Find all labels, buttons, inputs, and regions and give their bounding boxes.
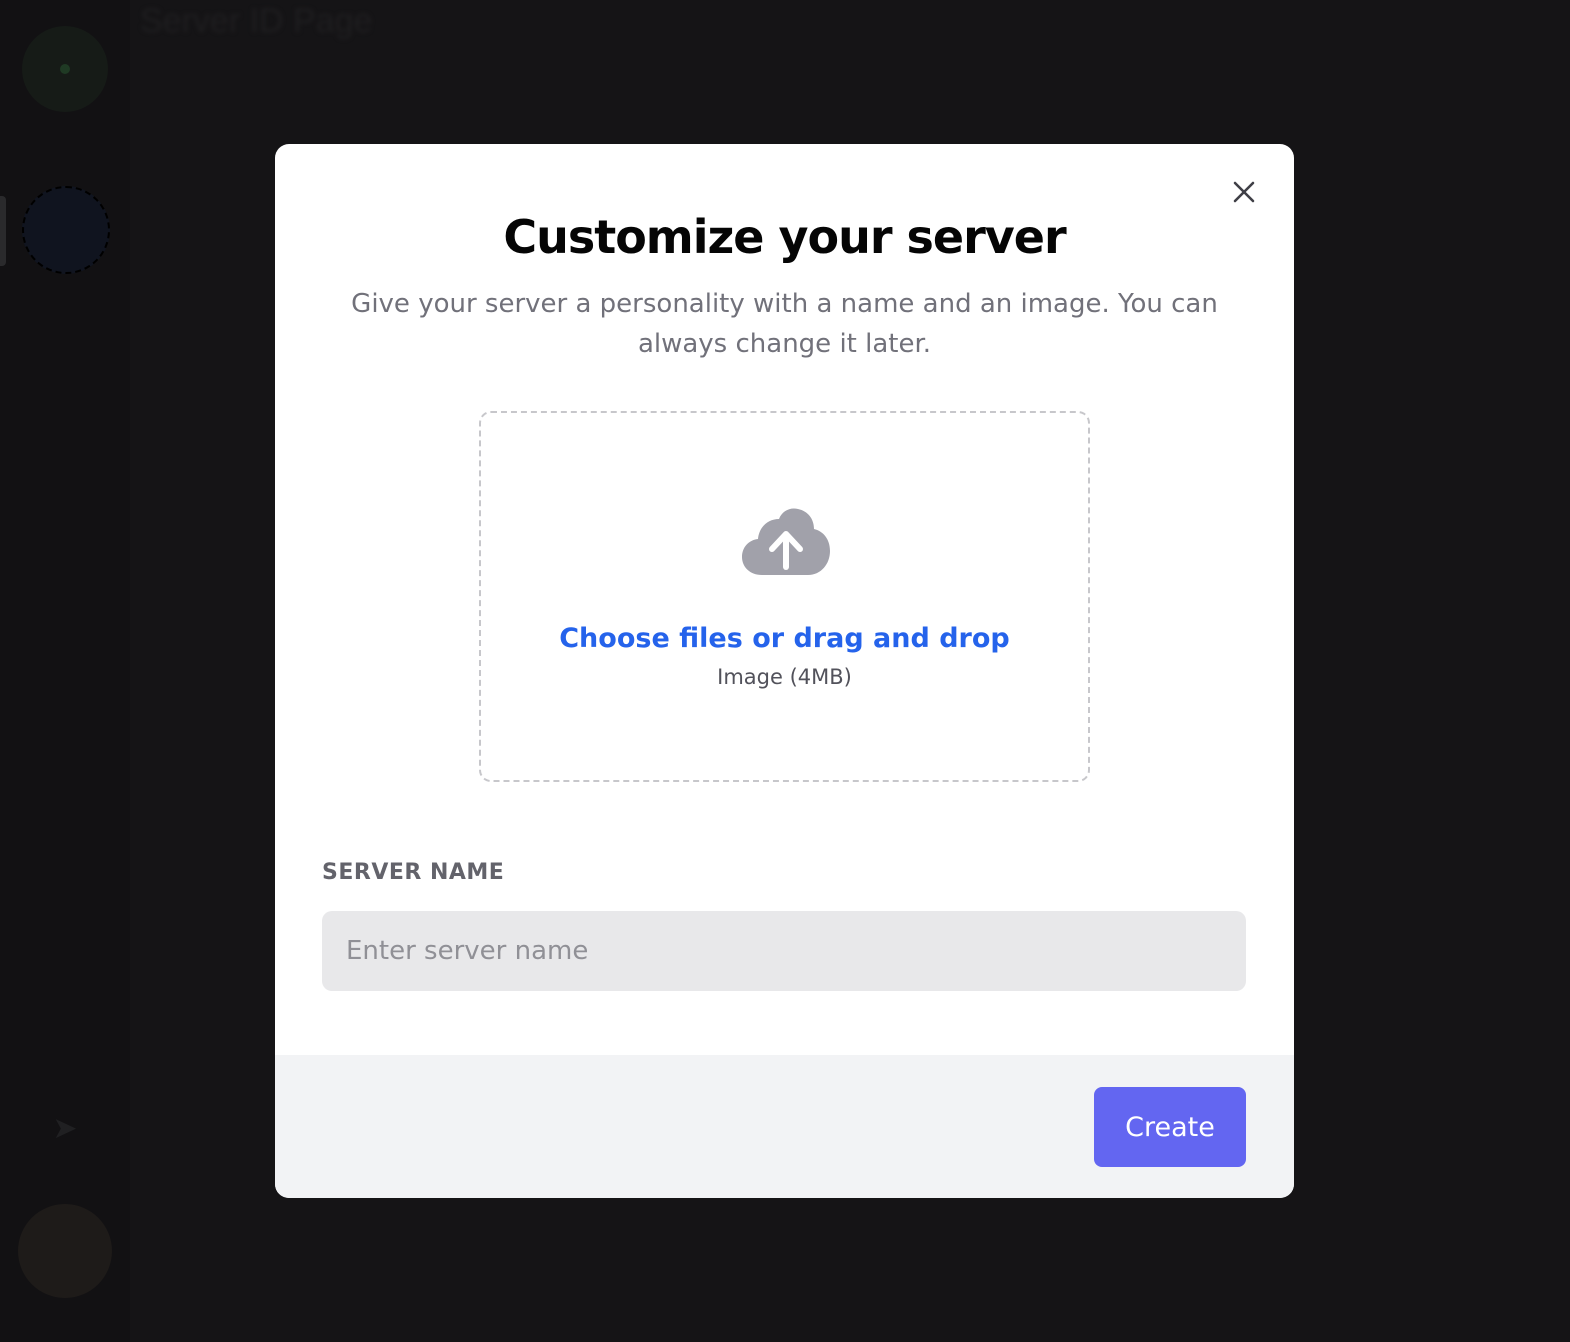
create-button[interactable]: Create [1094, 1087, 1246, 1167]
server-sidebar: ➤ [0, 0, 130, 1342]
home-server-icon [22, 26, 108, 112]
close-icon [1233, 181, 1255, 203]
upload-size-hint: Image (4MB) [717, 665, 852, 689]
choose-files-link[interactable]: Choose files or drag and drop [481, 623, 1088, 654]
server-name-label: SERVER NAME [322, 860, 505, 885]
modal-footer: Create [275, 1055, 1294, 1198]
close-button[interactable] [1230, 178, 1258, 206]
modal-title: Customize your server [503, 210, 1066, 264]
compass-icon: ➤ [52, 1111, 78, 1146]
cloud-upload-icon [742, 508, 830, 575]
user-avatar [18, 1204, 112, 1298]
server-name-input[interactable] [322, 911, 1246, 991]
image-upload-dropzone[interactable]: Choose files or drag and drop Image (4MB… [479, 411, 1090, 782]
background-page-title: Server ID Page [140, 2, 373, 40]
active-server-indicator [0, 196, 6, 266]
server-icon [22, 186, 110, 274]
customize-server-modal: Customize your server Give your server a… [275, 144, 1294, 1198]
modal-subtitle: Give your server a personality with a na… [351, 289, 1218, 359]
